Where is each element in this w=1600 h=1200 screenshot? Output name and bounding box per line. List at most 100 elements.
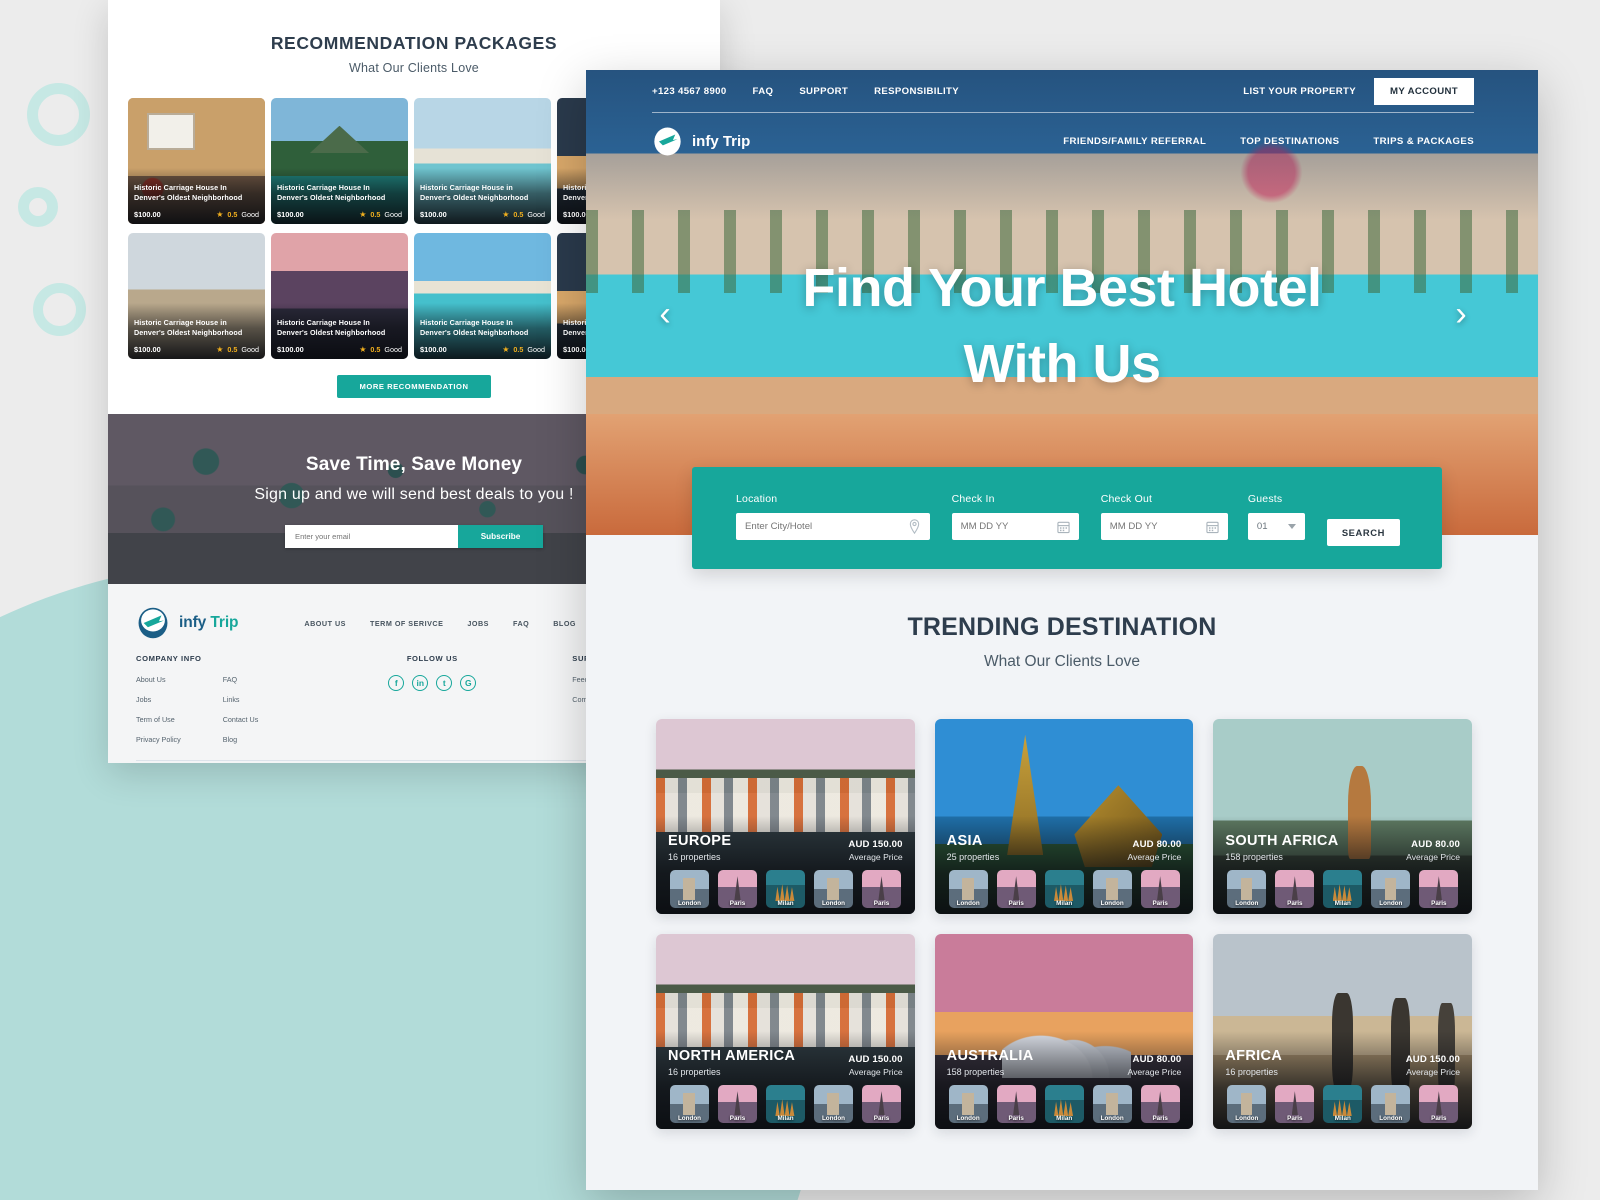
destination-thumbnail[interactable]: Milan (766, 870, 805, 908)
recommendation-card-price: $100.00 (277, 210, 304, 219)
destination-thumbnail[interactable]: London (948, 870, 988, 908)
destination-card[interactable]: ASIA 25 properties AUD 80.00 Average Price L… (934, 719, 1194, 914)
recommendation-card[interactable]: Historic Carriage House In Denver's Olde… (128, 98, 265, 224)
destination-card[interactable]: AFRICA 16 properties AUD 150.00 Average Pri… (1213, 934, 1472, 1129)
destination-thumbnail[interactable]: Paris (862, 870, 901, 908)
my-account-button[interactable]: MY ACCOUNT (1374, 77, 1474, 105)
recommendation-card[interactable]: Historic Carriage House In Denver's Olde… (271, 233, 408, 359)
phone-number[interactable]: +123 4567 8900 (652, 86, 727, 97)
recommendation-card-rating-word: Good (241, 210, 259, 219)
calendar-icon[interactable] (1057, 520, 1070, 534)
footer-link[interactable]: Jobs (136, 695, 181, 704)
google-icon[interactable]: G (460, 675, 477, 691)
nav-trips-packages[interactable]: TRIPS & PACKAGES (1373, 136, 1474, 147)
carousel-prev-arrow-icon[interactable]: ‹ (652, 292, 678, 336)
destination-thumbnail[interactable]: Paris (1140, 1085, 1180, 1123)
checkin-input[interactable] (960, 521, 1057, 532)
destination-card[interactable]: SOUTH AFRICA 158 properties AUD 80.00 Avera… (1213, 719, 1472, 914)
destination-thumbnail[interactable]: London (1227, 870, 1267, 908)
hero-title: Find Your Best Hotel With Us (586, 250, 1538, 402)
footer-link[interactable]: Links (223, 695, 259, 704)
destination-thumbnail[interactable]: London (814, 1085, 853, 1123)
footer-nav-link[interactable]: BLOG (553, 619, 576, 628)
footer-nav-link[interactable]: TERM OF SERIVCE (370, 619, 443, 628)
footer-link[interactable]: Contact Us (223, 715, 259, 724)
destination-card[interactable]: AUSTRALIA 158 properties AUD 80.00 Average … (934, 934, 1194, 1129)
calendar-icon[interactable] (1206, 520, 1219, 534)
recommendation-card[interactable]: Historic Carriage House in Denver's Olde… (414, 98, 551, 224)
destination-thumbnail[interactable]: London (1092, 1085, 1132, 1123)
destination-card[interactable]: NORTH AMERICA 16 properties AUD 150.00 Aver… (656, 934, 915, 1129)
checkout-input[interactable] (1109, 521, 1206, 532)
destination-thumbnail[interactable]: London (814, 870, 853, 908)
destination-thumbnail[interactable]: Paris (996, 870, 1036, 908)
destination-thumbnail-strip: London Paris Milan London Paris (1227, 1085, 1459, 1123)
utility-link-responsibility[interactable]: RESPONSIBILITY (874, 86, 959, 97)
footer-link[interactable]: Term of Use (136, 715, 181, 724)
destination-thumbnail[interactable]: London (1092, 870, 1132, 908)
map-pin-icon (908, 519, 921, 534)
destination-thumbnail[interactable]: Milan (1323, 1085, 1363, 1123)
destination-thumbnail[interactable]: Paris (996, 1085, 1036, 1123)
destination-thumbnail[interactable]: London (670, 1085, 709, 1123)
destination-thumbnail[interactable]: London (948, 1085, 988, 1123)
brand-logo[interactable]: infy Trip (652, 126, 750, 157)
twitter-icon[interactable]: t (436, 675, 453, 691)
destination-thumbnail[interactable]: Paris (1419, 870, 1459, 908)
destination-thumbnail[interactable]: London (1227, 1085, 1267, 1123)
footer-nav-link[interactable]: FAQ (513, 619, 529, 628)
average-price-label: Average Price (1127, 852, 1182, 862)
footer-link[interactable]: About Us (136, 675, 181, 684)
thumbnail-label: Milan (1334, 900, 1351, 907)
recommendation-card[interactable]: Historic Carriage House In Denver's Olde… (414, 233, 551, 359)
destination-thumbnail[interactable]: Milan (1323, 870, 1363, 908)
average-price-label: Average Price (1406, 1067, 1460, 1077)
location-input[interactable] (745, 521, 908, 532)
facebook-icon[interactable]: f (388, 675, 405, 691)
newsletter-subscribe-button[interactable]: Subscribe (458, 525, 543, 548)
destination-thumbnail[interactable]: Paris (1419, 1085, 1459, 1123)
location-label: Location (736, 493, 778, 505)
nav-top-destinations[interactable]: TOP DESTINATIONS (1240, 136, 1339, 147)
guests-label: Guests (1247, 493, 1283, 505)
destination-thumbnail[interactable]: London (1371, 1085, 1411, 1123)
destination-thumbnail[interactable]: Milan (1044, 1085, 1084, 1123)
thumbnail-label: Paris (1287, 1115, 1303, 1122)
destination-thumbnail[interactable]: Paris (1140, 870, 1180, 908)
destination-card[interactable]: EUROPE 16 properties AUD 150.00 Average Pri… (656, 719, 915, 914)
destination-thumbnail[interactable]: London (1371, 870, 1411, 908)
destination-thumbnail[interactable]: Milan (1044, 870, 1084, 908)
destination-thumbnail[interactable]: Milan (766, 1085, 805, 1123)
list-your-property-link[interactable]: LIST YOUR PROPERTY (1243, 86, 1356, 97)
footer-link[interactable]: FAQ (223, 675, 259, 684)
search-button[interactable]: SEARCH (1326, 519, 1401, 546)
more-recommendation-button[interactable]: MORE RECOMMENDATION (337, 375, 491, 398)
utility-link-support[interactable]: SUPPORT (799, 86, 848, 97)
footer-link[interactable]: Blog (223, 735, 259, 744)
footer-logo-infy: infy (179, 614, 207, 631)
destination-property-count: 25 properties (946, 852, 1000, 862)
destination-thumbnail[interactable]: Paris (1275, 870, 1315, 908)
recommendation-card[interactable]: Historic Carriage House In Denver's Olde… (271, 98, 408, 224)
recommendation-card[interactable]: Historic Carriage House in Denver's Olde… (128, 233, 265, 359)
nav-friends-family-referral[interactable]: FRIENDS/FAMILY REFERRAL (1063, 136, 1206, 147)
hotel-booking-page: +123 4567 8900 FAQ SUPPORT RESPONSIBILIT… (586, 70, 1538, 1190)
destination-thumbnail[interactable]: Paris (718, 1085, 757, 1123)
destination-thumbnail[interactable]: London (670, 870, 709, 908)
newsletter-email-input[interactable] (285, 525, 458, 548)
footer-nav-link[interactable]: JOBS (467, 619, 489, 628)
newsletter-form: Subscribe (285, 525, 543, 548)
recommendation-card-title: Historic Carriage House in Denver's Olde… (134, 318, 243, 337)
recommendation-card-price: $100.00 (134, 345, 161, 354)
brand-trip: Trip (722, 132, 751, 150)
destination-thumbnail[interactable]: Paris (1275, 1085, 1315, 1123)
footer-nav-link[interactable]: ABOUT US (304, 619, 346, 628)
carousel-next-arrow-icon[interactable]: › (1448, 292, 1474, 336)
linkedin-icon[interactable]: in (412, 675, 429, 691)
guests-select[interactable]: 01 (1247, 513, 1305, 540)
destination-thumbnail-strip: London Paris Milan London Paris (1227, 870, 1459, 908)
destination-thumbnail[interactable]: Paris (718, 870, 757, 908)
utility-link-faq[interactable]: FAQ (753, 86, 774, 97)
destination-thumbnail[interactable]: Paris (862, 1085, 901, 1123)
footer-link[interactable]: Privacy Policy (136, 735, 181, 744)
